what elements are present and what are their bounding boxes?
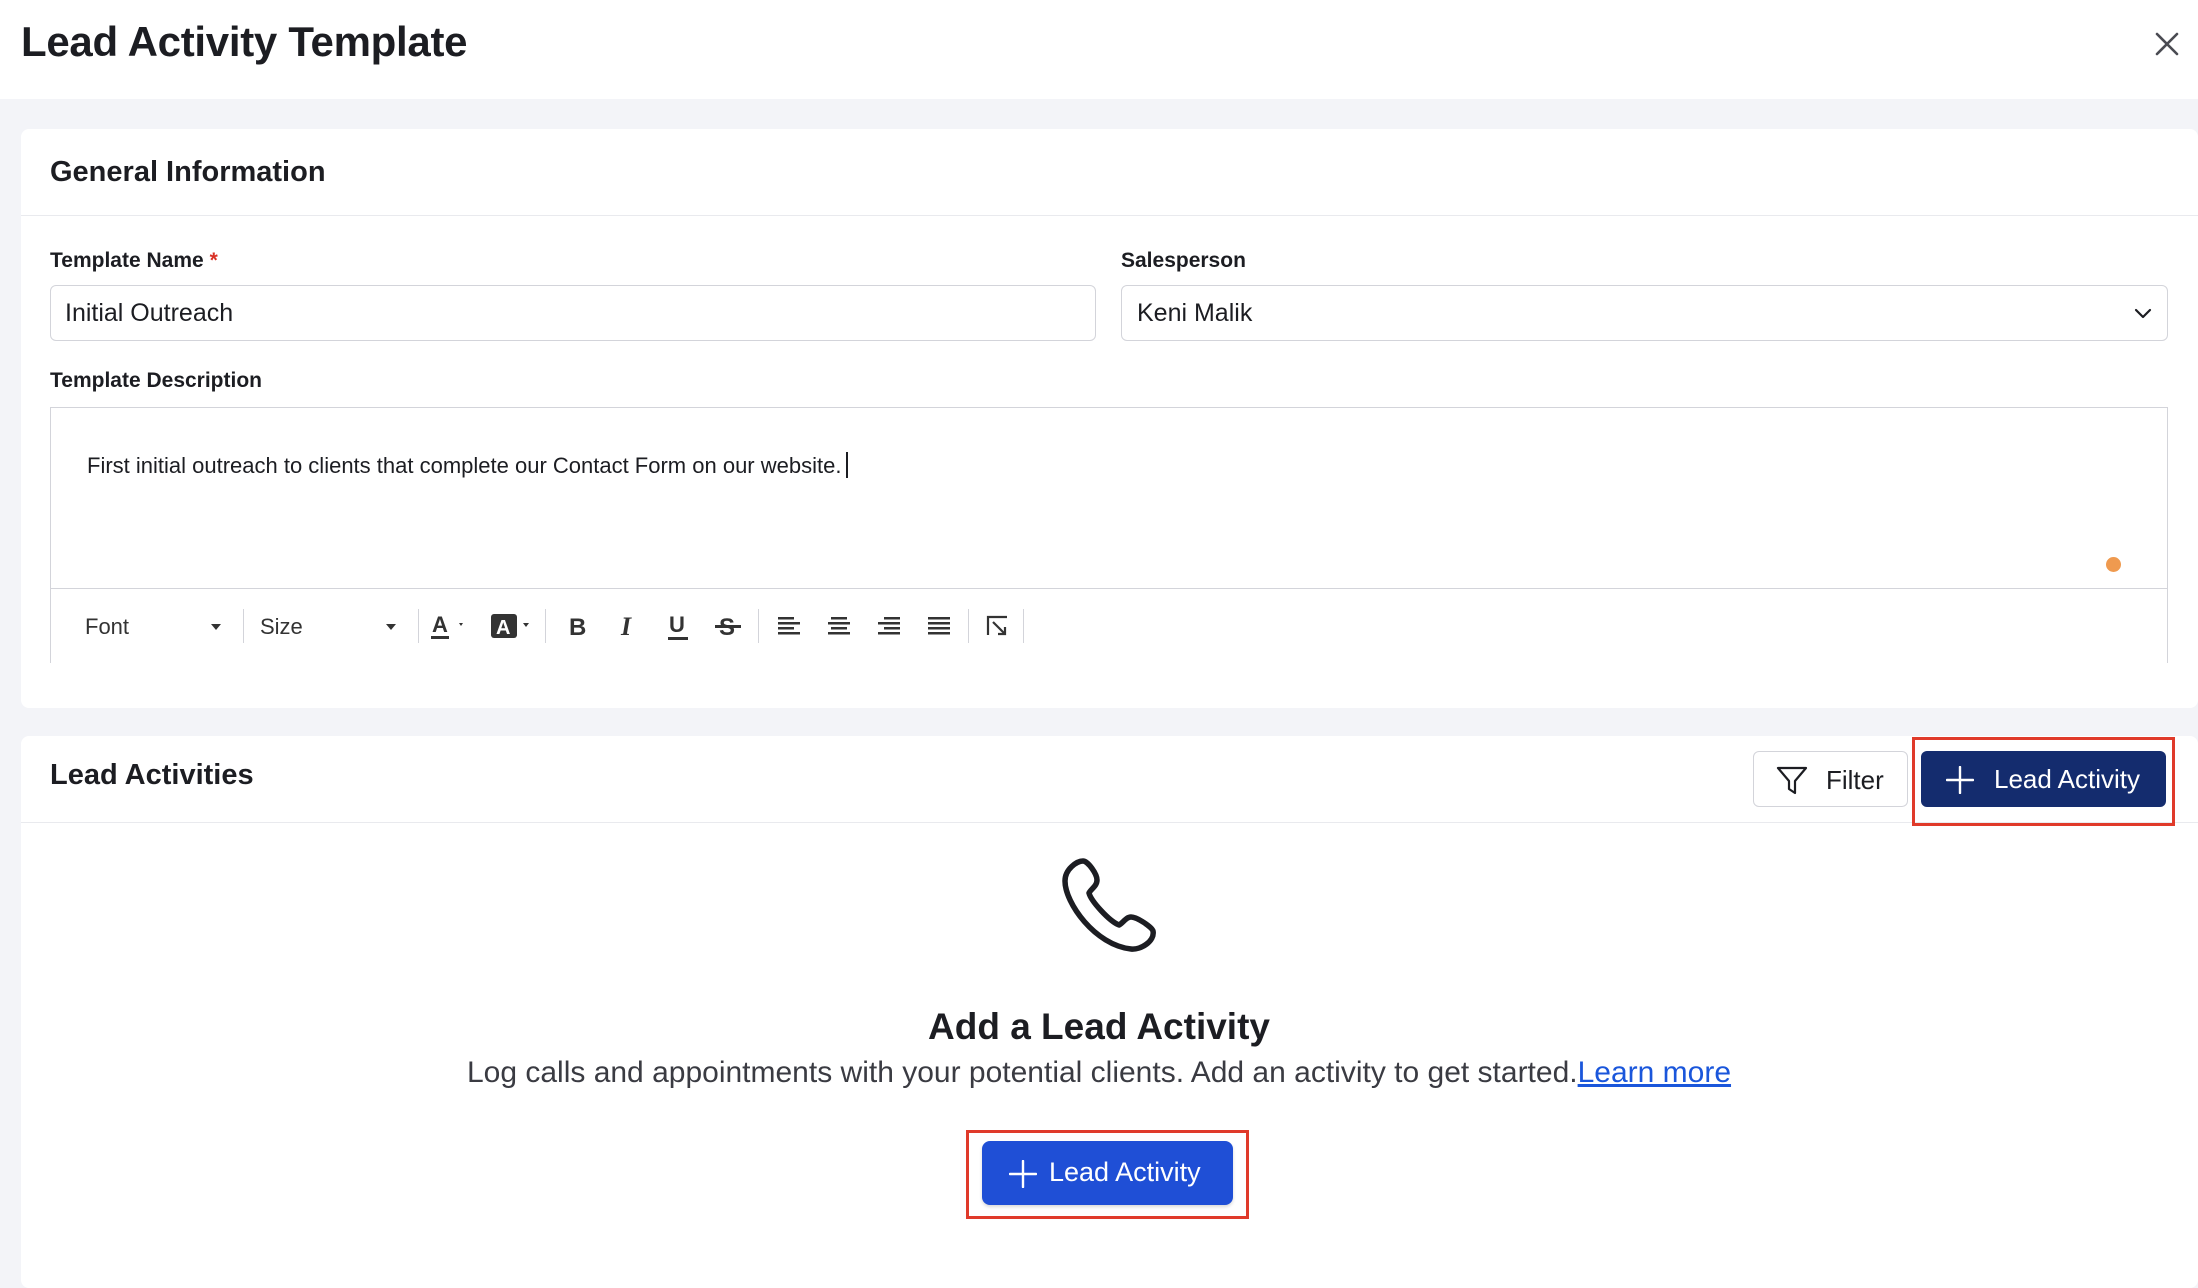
section-title-general: General Information <box>50 156 326 188</box>
font-select-label: Font <box>85 614 130 639</box>
plus-icon <box>1946 766 1974 794</box>
general-information-header: General Information <box>21 129 2198 216</box>
svg-text:B: B <box>569 614 586 641</box>
close-icon[interactable] <box>2149 26 2185 62</box>
template-name-label-text: Template Name <box>50 249 204 272</box>
description-text[interactable]: First initial outreach to clients that c… <box>87 452 849 479</box>
lead-activities-header: Lead Activities Filter Lead Activity <box>21 736 2198 823</box>
toolbar-divider <box>243 609 244 643</box>
align-justify-icon[interactable] <box>921 608 957 644</box>
align-left-icon[interactable] <box>771 608 807 644</box>
add-lead-activity-button[interactable]: Lead Activity <box>1921 751 2166 807</box>
salesperson-value: Keni Malik <box>1137 299 1253 327</box>
toolbar-divider <box>758 609 759 643</box>
phone-icon <box>1062 858 1156 952</box>
empty-state-text: Log calls and appointments with your pot… <box>466 1056 1578 1089</box>
section-title-lead-activities: Lead Activities <box>50 759 254 791</box>
svg-text:I: I <box>620 612 632 641</box>
clear-format-icon[interactable] <box>980 608 1016 644</box>
svg-text:A: A <box>432 612 448 637</box>
strikethrough-icon[interactable]: S <box>711 608 747 644</box>
salesperson-select[interactable]: Keni Malik <box>1121 285 2168 341</box>
text-color-icon[interactable]: A <box>428 608 476 644</box>
required-marker: * <box>209 249 218 272</box>
italic-icon[interactable]: I <box>611 608 647 644</box>
caret-down-icon <box>386 624 396 630</box>
align-right-icon[interactable] <box>871 608 907 644</box>
font-select[interactable]: Font <box>85 608 227 644</box>
caret-down-icon <box>211 624 221 630</box>
status-indicator-dot <box>2106 557 2121 572</box>
empty-state-description: Log calls and appointments with your pot… <box>0 1056 2198 1090</box>
filter-button-label: Filter <box>1826 765 1884 795</box>
empty-state-title: Add a Lead Activity <box>928 1006 1270 1047</box>
dialog-header: Lead Activity Template <box>0 0 2198 99</box>
template-description-label: Template Description <box>50 369 262 392</box>
general-information-card: General Information Template Name* Sales… <box>21 129 2198 708</box>
underline-icon[interactable]: U <box>661 608 697 644</box>
toolbar-divider <box>418 609 419 643</box>
filter-button[interactable]: Filter <box>1753 751 1908 807</box>
toolbar-divider <box>545 609 546 643</box>
text-caret <box>846 452 849 478</box>
salesperson-label: Salesperson <box>1121 249 1246 272</box>
add-lead-activity-center-label: Lead Activity <box>1049 1157 1201 1187</box>
size-select[interactable]: Size <box>260 608 402 644</box>
template-name-input[interactable] <box>50 285 1096 341</box>
filter-icon <box>1776 766 1808 795</box>
description-value: First initial outreach to clients that c… <box>87 453 842 478</box>
size-select-label: Size <box>260 614 303 639</box>
chevron-down-icon <box>2134 308 2152 319</box>
svg-text:A: A <box>496 617 510 639</box>
toolbar-divider <box>1023 609 1024 643</box>
page-title: Lead Activity Template <box>21 18 468 65</box>
template-name-label: Template Name * <box>50 249 218 273</box>
add-lead-activity-center-button[interactable]: Lead Activity <box>982 1141 1233 1205</box>
learn-more-link[interactable]: Learn more <box>1578 1056 1731 1089</box>
description-editor[interactable]: First initial outreach to clients that c… <box>50 407 2168 663</box>
add-lead-activity-label: Lead Activity <box>1994 764 2140 794</box>
svg-text:U: U <box>669 612 685 637</box>
bold-icon[interactable]: B <box>561 608 597 644</box>
align-center-icon[interactable] <box>821 608 857 644</box>
toolbar-divider <box>968 609 969 643</box>
plus-icon <box>1009 1160 1037 1188</box>
editor-toolbar: Font Size A A B I U <box>51 588 2167 663</box>
highlight-color-icon[interactable]: A <box>487 608 537 644</box>
